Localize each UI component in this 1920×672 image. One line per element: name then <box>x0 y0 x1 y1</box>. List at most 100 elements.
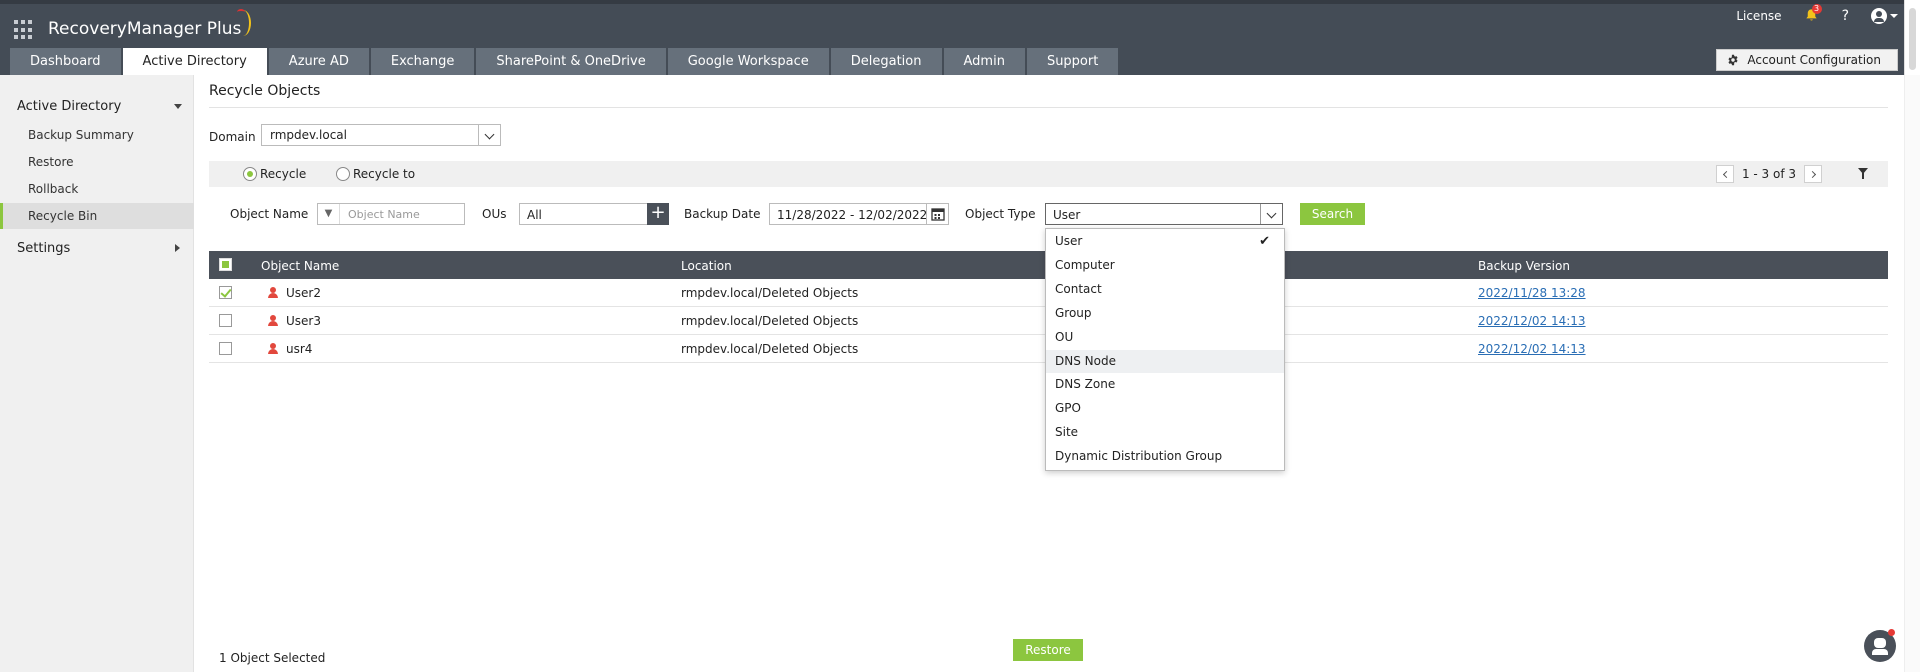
object-name-label: Object Name <box>230 207 309 221</box>
restore-button[interactable]: Restore <box>1013 639 1083 661</box>
object-type-option[interactable]: DNS Zone <box>1046 373 1284 396</box>
sidebar-section-title: Active Directory <box>17 99 122 114</box>
object-type-option-label: Dynamic Distribution Group <box>1055 449 1223 463</box>
sidebar-item-backup-summary[interactable]: Backup Summary <box>0 122 194 148</box>
radio-recycle-to[interactable]: Recycle to <box>336 167 415 181</box>
object-type-option[interactable]: Site <box>1046 421 1284 444</box>
object-type-dropdown-button[interactable] <box>1260 204 1282 224</box>
domain-select[interactable]: rmpdev.local <box>261 124 501 146</box>
sidebar-section-settings[interactable]: Settings <box>17 241 182 256</box>
add-ou-button[interactable]: + <box>647 203 669 225</box>
title-divider <box>209 107 1888 108</box>
chevron-left-icon <box>1722 170 1730 179</box>
object-type-option-label: User <box>1055 234 1083 248</box>
column-header-location[interactable]: Location <box>681 259 732 273</box>
filter-icon[interactable] <box>1858 168 1868 179</box>
account-configuration-button[interactable]: Account Configuration <box>1716 49 1898 71</box>
license-link[interactable]: License <box>1736 9 1781 23</box>
tab-sharepoint-onedrive[interactable]: SharePoint & OneDrive <box>476 48 666 75</box>
chat-notification-dot <box>1888 629 1895 636</box>
object-type-select[interactable]: User <box>1045 203 1283 225</box>
page-scrollbar-track[interactable] <box>1904 75 1920 672</box>
sidebar-section-active-directory[interactable]: Active Directory <box>17 99 182 114</box>
apps-grid-icon[interactable] <box>14 20 34 40</box>
row-backup-version-link[interactable]: 2022/12/02 14:13 <box>1478 342 1586 356</box>
user-menu[interactable] <box>1871 8 1898 24</box>
sidebar-item-label: Restore <box>28 155 74 169</box>
logo-accent-mark <box>237 9 246 15</box>
row-checkbox[interactable] <box>219 314 232 327</box>
row-checkbox[interactable] <box>219 342 232 355</box>
recycle-options-bar: Recycle Recycle to 1 - 3 of 3 <box>209 161 1888 187</box>
collapse-arrow-icon <box>174 104 182 109</box>
tab-active-directory[interactable]: Active Directory <box>122 48 267 75</box>
tab-admin[interactable]: Admin <box>943 48 1025 75</box>
sidebar-item-restore[interactable]: Restore <box>0 149 194 175</box>
account-configuration-label: Account Configuration <box>1747 53 1881 67</box>
object-type-option[interactable]: Dynamic Distribution Group <box>1046 445 1284 468</box>
user-object-icon <box>267 287 279 299</box>
header-utilities: License 3 ? <box>1736 4 1898 24</box>
backup-date-label: Backup Date <box>684 207 761 221</box>
object-type-dropdown-list: User ✔ Computer Contact Group OU DNS Node DNS Z… <box>1045 228 1285 471</box>
main-nav-tabs: Dashboard Active Directory Azure AD Exchang… <box>10 48 1120 75</box>
object-type-option[interactable]: User ✔ <box>1046 230 1284 253</box>
object-type-option-label: Contact <box>1055 282 1102 296</box>
sidebar-item-recycle-bin[interactable]: Recycle Bin <box>0 203 194 229</box>
row-checkbox[interactable] <box>219 286 232 299</box>
tab-dashboard[interactable]: Dashboard <box>10 48 121 75</box>
object-type-option-label: OU <box>1055 330 1074 344</box>
prev-page-button[interactable] <box>1715 165 1734 183</box>
tab-azure-ad[interactable]: Azure AD <box>268 48 369 75</box>
domain-label: Domain <box>209 130 256 144</box>
backup-date-value: 11/28/2022 - 12/02/2022 <box>777 208 927 222</box>
select-all-checkbox[interactable] <box>219 258 232 271</box>
object-type-option[interactable]: DNS Node <box>1046 350 1284 373</box>
row-location: rmpdev.local/Deleted Objects <box>681 286 859 300</box>
app-logo[interactable]: RecoveryManager Plus <box>48 9 252 39</box>
object-type-option[interactable]: Contact <box>1046 278 1284 301</box>
notifications-bell-icon[interactable]: 3 <box>1804 4 1822 24</box>
row-backup-version-link[interactable]: 2022/11/28 13:28 <box>1478 286 1586 300</box>
radio-recycle-dot[interactable] <box>243 167 257 181</box>
object-type-option[interactable]: GPO <box>1046 397 1284 420</box>
help-icon[interactable]: ? <box>1842 8 1849 24</box>
calendar-button[interactable] <box>926 204 948 224</box>
object-type-option-label: DNS Node <box>1055 354 1116 368</box>
header-top-strip <box>0 0 1920 4</box>
filter-operator-icon[interactable]: ▼ <box>318 204 340 224</box>
search-button[interactable]: Search <box>1300 203 1365 225</box>
row-object-name: usr4 <box>286 342 313 356</box>
user-object-icon <box>267 343 279 355</box>
object-type-option[interactable]: Group <box>1046 302 1284 325</box>
column-header-backup-version[interactable]: Backup Version <box>1478 259 1570 273</box>
sidebar-item-rollback[interactable]: Rollback <box>0 176 194 202</box>
radio-recycle[interactable]: Recycle <box>243 167 306 181</box>
next-page-button[interactable] <box>1804 165 1822 183</box>
row-location: rmpdev.local/Deleted Objects <box>681 342 859 356</box>
sidebar-item-label: Rollback <box>28 182 79 196</box>
app-logo-text: RecoveryManager Plus <box>48 19 242 39</box>
object-type-value: User <box>1053 208 1081 222</box>
app-header: RecoveryManager Plus License 3 ? Dashboa… <box>0 0 1920 75</box>
radio-recycle-to-dot[interactable] <box>336 167 350 181</box>
backup-date-input[interactable]: 11/28/2022 - 12/02/2022 <box>769 203 949 225</box>
column-header-object-name[interactable]: Object Name <box>261 259 339 273</box>
object-type-option[interactable]: OU <box>1046 326 1284 349</box>
object-type-option[interactable]: Computer <box>1046 254 1284 277</box>
tab-google-workspace[interactable]: Google Workspace <box>667 48 829 75</box>
tab-support[interactable]: Support <box>1026 48 1119 75</box>
page-scrollbar-top <box>1904 0 1920 75</box>
domain-dropdown-button[interactable] <box>478 125 500 145</box>
scrollbar-thumb[interactable] <box>1909 8 1916 70</box>
caret-down-icon <box>1890 14 1898 18</box>
row-backup-version-link[interactable]: 2022/12/02 14:13 <box>1478 314 1586 328</box>
tab-delegation[interactable]: Delegation <box>830 48 942 75</box>
ous-input[interactable]: All <box>519 203 649 225</box>
tab-exchange[interactable]: Exchange <box>370 48 475 75</box>
pagination-text: 1 - 3 of 3 <box>1741 167 1796 181</box>
domain-select-value: rmpdev.local <box>270 128 347 142</box>
sidebar-item-label: Backup Summary <box>28 128 134 142</box>
object-name-input[interactable]: ▼ Object Name <box>317 203 465 225</box>
notification-count-badge: 3 <box>1811 4 1822 14</box>
